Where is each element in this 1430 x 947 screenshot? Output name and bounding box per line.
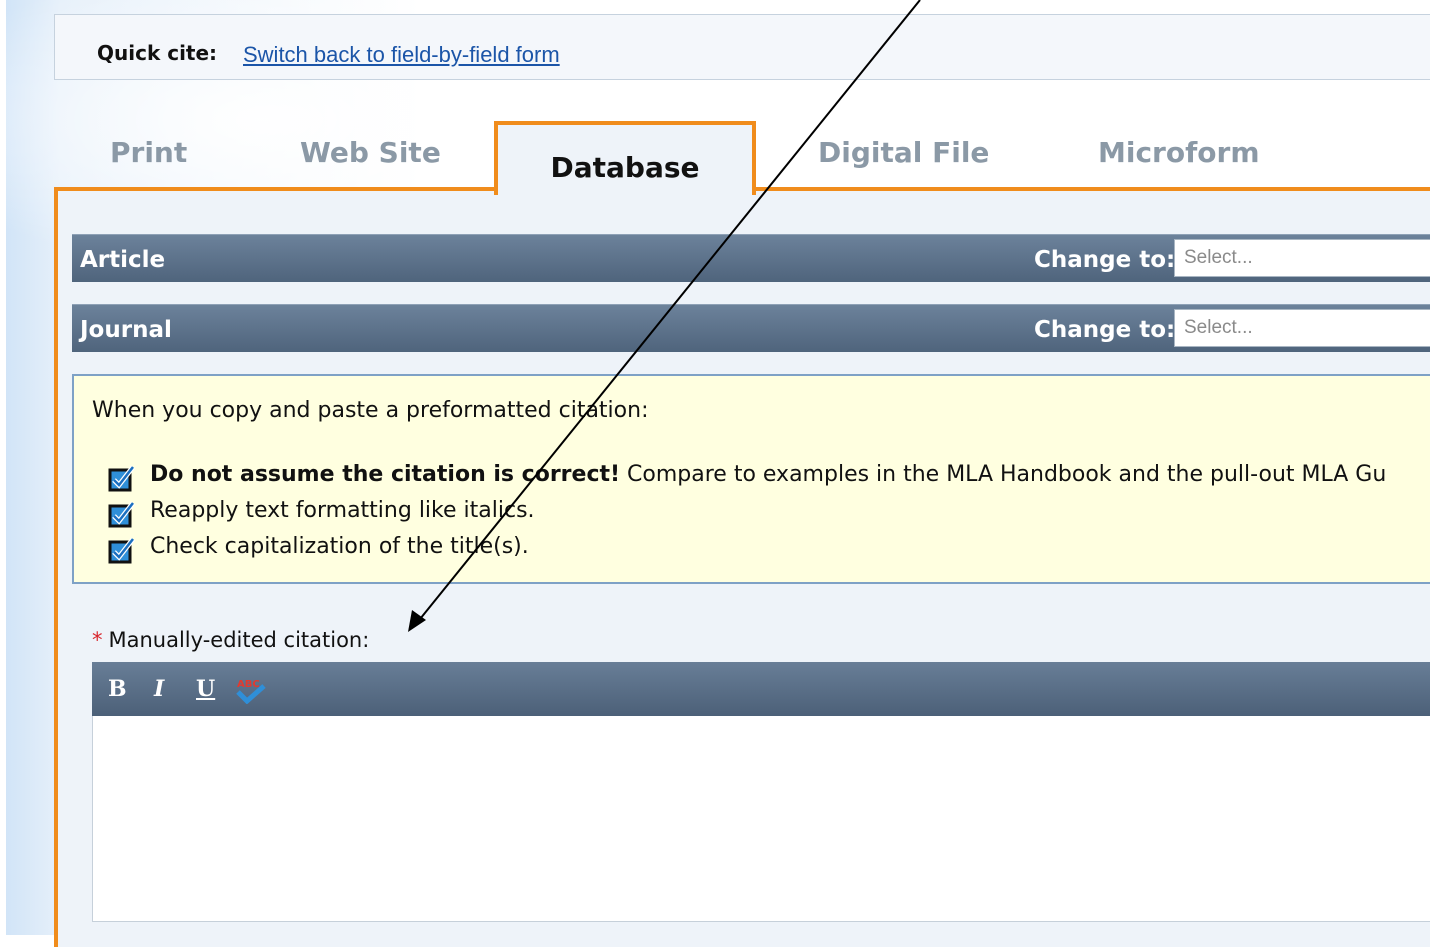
checkbox-checked-icon xyxy=(108,465,135,492)
required-asterisk: * xyxy=(92,628,103,652)
quick-cite-label: Quick cite: xyxy=(97,41,218,65)
checkbox-checked-icon xyxy=(108,501,135,528)
underline-button[interactable]: U xyxy=(196,676,215,702)
spellcheck-icon[interactable]: ABC xyxy=(234,676,268,704)
quick-cite-bar: Quick cite: Switch back to field-by-fiel… xyxy=(54,14,1430,80)
journal-type-select[interactable]: Select... xyxy=(1174,309,1430,347)
journal-type-label: Journal xyxy=(80,317,172,343)
tip-text: Compare to examples in the MLA Handbook … xyxy=(620,462,1387,487)
tab-microform[interactable]: Microform xyxy=(1098,136,1260,169)
journal-type-bar: Journal Change to: Select... xyxy=(72,304,1430,352)
tab-digital-file[interactable]: Digital File xyxy=(818,136,989,169)
spellcheck-icon-text: ABC xyxy=(237,679,260,690)
checkbox-checked-icon xyxy=(108,537,135,564)
article-change-to-label: Change to: xyxy=(1034,247,1176,273)
italic-button[interactable]: I xyxy=(154,676,164,702)
tab-database[interactable]: Database xyxy=(494,121,756,195)
switch-form-link[interactable]: Switch back to field-by-field form xyxy=(243,42,560,68)
tip-bold-text: Do not assume the citation is correct! xyxy=(150,462,621,487)
manual-citation-label-text: Manually-edited citation: xyxy=(108,628,370,652)
article-type-select[interactable]: Select... xyxy=(1174,239,1430,277)
manual-citation-editor[interactable] xyxy=(92,716,1430,922)
tip-text: Reapply text formatting like italics. xyxy=(150,498,535,523)
bold-button[interactable]: B xyxy=(108,676,127,702)
manual-citation-label: * Manually-edited citation: xyxy=(92,628,369,652)
journal-change-to-label: Change to: xyxy=(1034,317,1176,343)
page-left-edge xyxy=(0,0,6,935)
tips-intro: When you copy and paste a preformatted c… xyxy=(92,398,649,423)
article-type-bar: Article Change to: Select... xyxy=(72,234,1430,282)
copy-paste-tips-box: When you copy and paste a preformatted c… xyxy=(72,374,1430,584)
article-type-label: Article xyxy=(80,247,166,273)
tab-print[interactable]: Print xyxy=(110,136,187,169)
tab-web-site[interactable]: Web Site xyxy=(300,136,441,169)
tip-text: Check capitalization of the title(s). xyxy=(150,534,529,559)
editor-toolbar: B I U ABC xyxy=(92,662,1430,716)
tab-database-label: Database xyxy=(550,151,700,184)
